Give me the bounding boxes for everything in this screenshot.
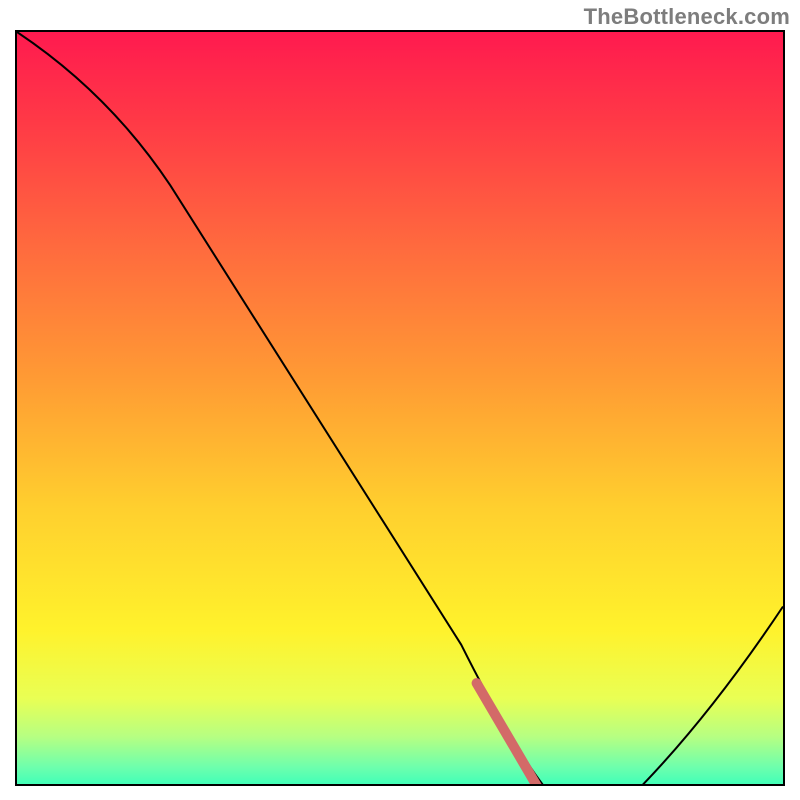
highlight-segment	[477, 683, 542, 786]
attribution-label: TheBottleneck.com	[584, 4, 790, 30]
chart-frame: TheBottleneck.com	[0, 0, 800, 800]
bottleneck-curve	[17, 32, 783, 786]
curve-layer	[17, 32, 783, 786]
plot-area	[15, 30, 785, 786]
